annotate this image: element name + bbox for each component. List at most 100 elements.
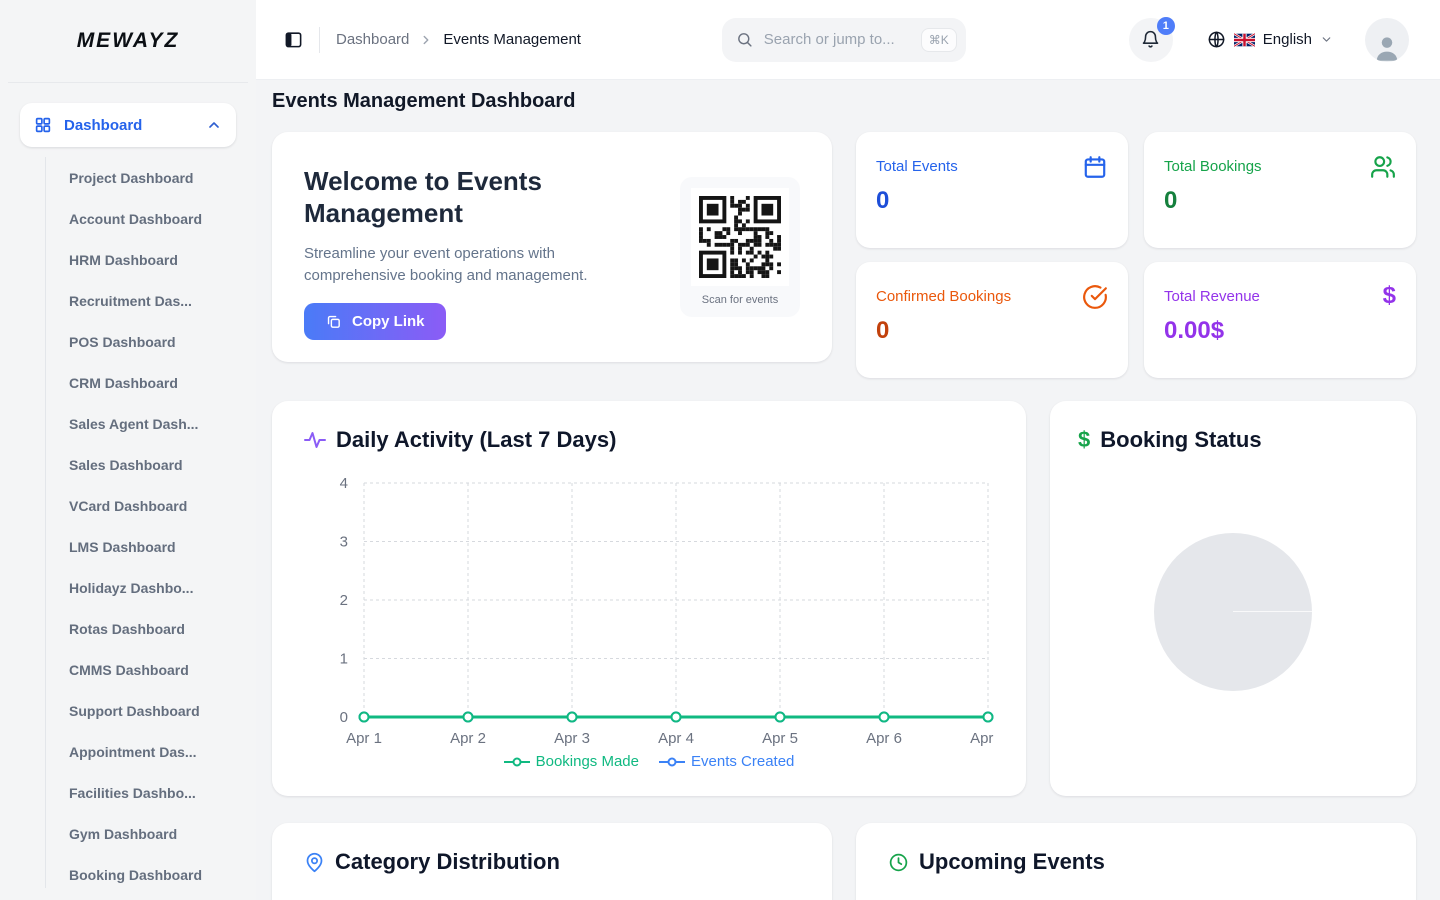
sidebar-item-recruitment-das[interactable]: Recruitment Das... — [0, 280, 256, 321]
page-content: Events Management Dashboard Welcome to E… — [256, 80, 1440, 900]
stat-label: Total Bookings — [1164, 158, 1396, 175]
svg-text:Apr 2: Apr 2 — [450, 730, 486, 747]
sidebar-item-lms-dashboard[interactable]: LMS Dashboard — [0, 526, 256, 567]
notifications-button[interactable]: 1 — [1129, 18, 1173, 62]
svg-text:Apr 7: Apr 7 — [970, 730, 994, 747]
check-circle-icon — [1082, 284, 1108, 310]
sidebar-item-label: Booking Dashboard — [69, 867, 202, 883]
sidebar-item-sales-agent-dash[interactable]: Sales Agent Dash... — [0, 403, 256, 444]
qr-code — [691, 188, 789, 286]
daily-activity-title: Daily Activity (Last 7 Days) — [336, 427, 616, 453]
sidebar-item-hrm-dashboard[interactable]: HRM Dashboard — [0, 239, 256, 280]
sidebar-section-label: Dashboard — [64, 117, 194, 134]
stat-value: 0.00$ — [1164, 317, 1396, 345]
svg-text:Apr 3: Apr 3 — [554, 730, 590, 747]
upcoming-events-title: Upcoming Events — [919, 849, 1105, 875]
user-avatar[interactable] — [1365, 18, 1409, 62]
booking-status-card: $ Booking Status — [1050, 401, 1416, 796]
sidebar-item-account-dashboard[interactable]: Account Dashboard — [0, 198, 256, 239]
sidebar-item-label: Gym Dashboard — [69, 826, 177, 842]
svg-text:3: 3 — [340, 534, 348, 551]
sidebar-item-label: Project Dashboard — [69, 170, 193, 186]
main-area: Dashboard Events Management ⌘K — [256, 0, 1440, 900]
sidebar-item-label: VCard Dashboard — [69, 498, 187, 514]
row-overview: Welcome to Events Management Streamline … — [272, 132, 1416, 378]
stats-grid: Total Events 0 Total Bookings 0 — [856, 132, 1416, 378]
sidebar-item-sales-dashboard[interactable]: Sales Dashboard — [0, 444, 256, 485]
page-title: Events Management Dashboard — [272, 90, 1416, 113]
booking-status-title: Booking Status — [1100, 427, 1261, 453]
upcoming-events-card: Upcoming Events — [856, 823, 1416, 900]
search-box: ⌘K — [722, 18, 966, 62]
stat-label: Total Revenue — [1164, 288, 1396, 305]
upcoming-events-header: Upcoming Events — [888, 849, 1384, 875]
row-bottom: Category Distribution Upcoming Events — [272, 823, 1416, 900]
sidebar: MEWAYZ Dashboard Project Dashboard Accoun… — [0, 0, 256, 900]
sidebar-item-appointment-das[interactable]: Appointment Das... — [0, 731, 256, 772]
dollar-icon: $ — [1383, 284, 1396, 308]
category-distribution-header: Category Distribution — [304, 849, 800, 875]
svg-text:4: 4 — [340, 475, 348, 492]
bell-icon — [1140, 29, 1161, 50]
sidebar-item-label: Rotas Dashboard — [69, 621, 185, 637]
search-input[interactable] — [762, 30, 912, 49]
legend-item-events-created: Events Created — [659, 753, 794, 770]
copy-link-button[interactable]: Copy Link — [304, 303, 446, 340]
users-icon — [1370, 154, 1396, 180]
topbar: Dashboard Events Management ⌘K — [256, 0, 1440, 80]
stat-label: Confirmed Bookings — [876, 288, 1108, 305]
svg-text:Apr 1: Apr 1 — [346, 730, 382, 747]
sidebar-item-cmms-dashboard[interactable]: CMMS Dashboard — [0, 649, 256, 690]
legend-label: Bookings Made — [536, 753, 639, 770]
brand-logo: MEWAYZ — [77, 29, 180, 53]
category-distribution-title: Category Distribution — [335, 849, 560, 875]
stat-card-total-bookings: Total Bookings 0 — [1144, 132, 1416, 248]
sidebar-item-label: Holidayz Dashbo... — [69, 580, 193, 596]
sidebar-section-dashboard[interactable]: Dashboard — [20, 103, 236, 147]
sidebar-item-label: CRM Dashboard — [69, 375, 178, 391]
chevron-right-icon — [419, 33, 433, 47]
stat-card-confirmed-bookings: Confirmed Bookings 0 — [856, 262, 1128, 378]
welcome-title: Welcome to Events Management — [304, 166, 614, 229]
language-selector[interactable]: English — [1201, 29, 1339, 50]
brand: MEWAYZ — [8, 0, 248, 83]
sidebar-item-label: Facilities Dashbo... — [69, 785, 196, 801]
sidebar-item-holidayz-dashbo[interactable]: Holidayz Dashbo... — [0, 567, 256, 608]
sidebar-item-rotas-dashboard[interactable]: Rotas Dashboard — [0, 608, 256, 649]
sidebar-item-label: Account Dashboard — [69, 211, 202, 227]
stat-value: 0 — [876, 317, 1108, 345]
stat-card-total-revenue: Total Revenue 0.00$ $ — [1144, 262, 1416, 378]
sidebar-item-gym-dashboard[interactable]: Gym Dashboard — [0, 813, 256, 854]
topbar-divider — [319, 27, 320, 53]
sidebar-item-label: Recruitment Das... — [69, 293, 192, 309]
uk-flag-icon — [1234, 33, 1255, 47]
sidebar-item-pos-dashboard[interactable]: POS Dashboard — [0, 321, 256, 362]
booking-status-header: $ Booking Status — [1078, 427, 1388, 453]
clock-icon — [888, 852, 909, 873]
sidebar-item-label: Sales Dashboard — [69, 457, 183, 473]
qr-panel: Scan for events — [680, 177, 800, 317]
sidebar-item-support-dashboard[interactable]: Support Dashboard — [0, 690, 256, 731]
breadcrumb-parent[interactable]: Dashboard — [336, 31, 409, 48]
sidebar-item-project-dashboard[interactable]: Project Dashboard — [0, 157, 256, 198]
booking-status-chart-area — [1078, 453, 1388, 770]
legend-marker-icon — [504, 757, 530, 767]
chevron-up-icon — [206, 117, 222, 133]
stat-value: 0 — [876, 187, 1108, 215]
chevron-down-icon — [1320, 33, 1333, 46]
sidebar-item-vcard-dashboard[interactable]: VCard Dashboard — [0, 485, 256, 526]
copy-link-label: Copy Link — [352, 313, 425, 330]
svg-text:2: 2 — [340, 592, 348, 609]
sidebar-toggle-icon[interactable] — [284, 30, 303, 49]
sidebar-item-booking-dashboard[interactable]: Booking Dashboard — [0, 854, 256, 895]
sidebar-item-label: Support Dashboard — [69, 703, 200, 719]
sidebar-item-label: HRM Dashboard — [69, 252, 178, 268]
map-pin-icon — [304, 852, 325, 873]
sidebar-item-label: POS Dashboard — [69, 334, 176, 350]
sidebar-item-crm-dashboard[interactable]: CRM Dashboard — [0, 362, 256, 403]
activity-icon — [304, 430, 326, 450]
legend-label: Events Created — [691, 753, 794, 770]
sidebar-item-facilities-dashbo[interactable]: Facilities Dashbo... — [0, 772, 256, 813]
svg-text:Apr 6: Apr 6 — [866, 730, 902, 747]
svg-text:0: 0 — [340, 709, 348, 726]
